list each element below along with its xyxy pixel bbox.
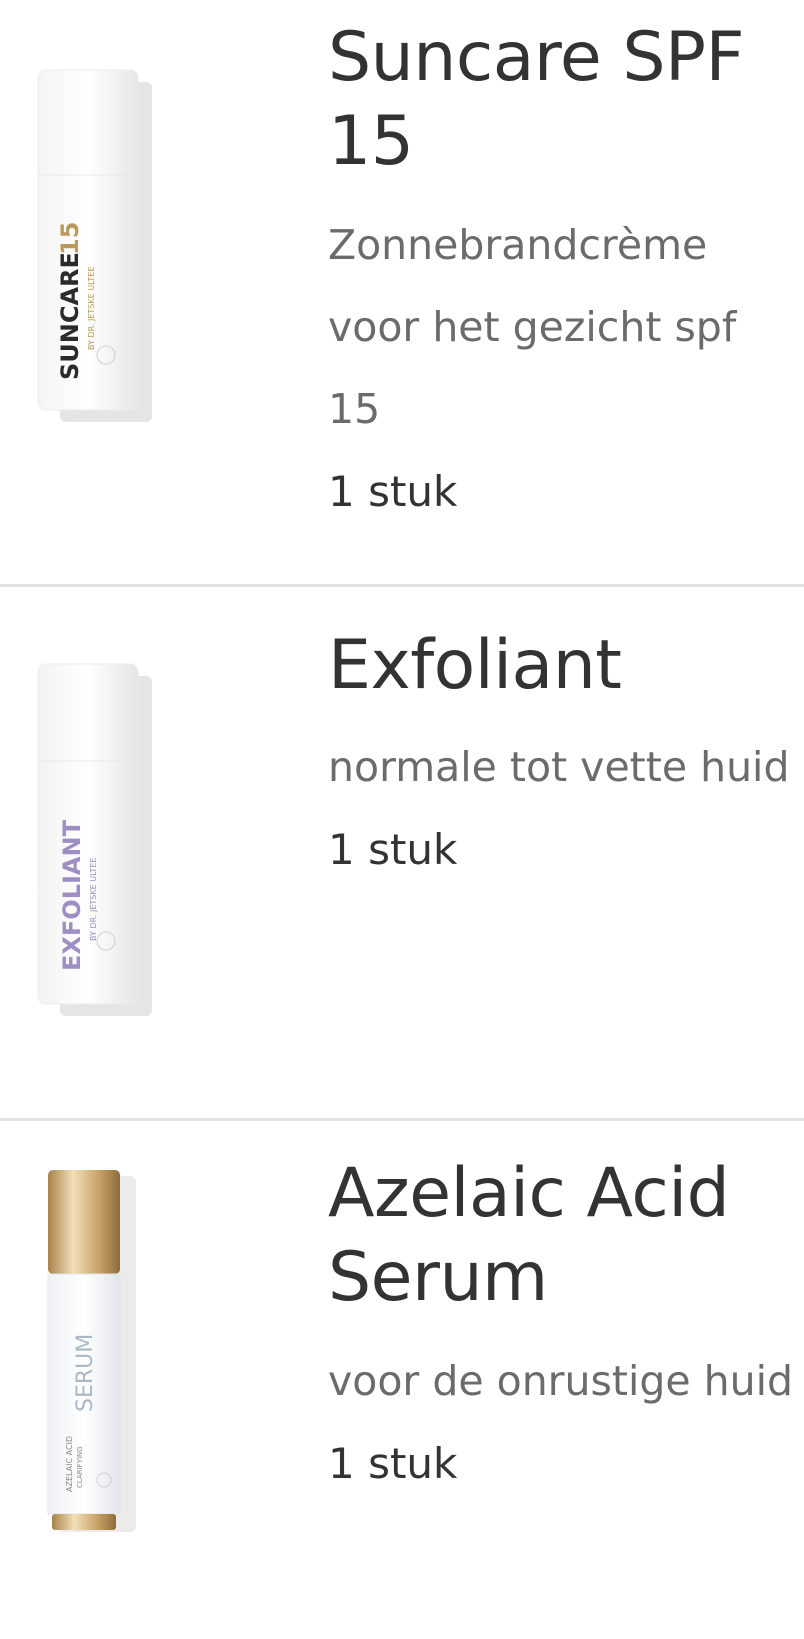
product-title[interactable]: Exfoliant bbox=[328, 624, 798, 708]
serum-label-sub2: CLARIFYING bbox=[76, 1446, 84, 1488]
product-info: Exfoliant normale tot vette huid 1 stuk bbox=[328, 624, 798, 880]
exfoliant-label-sub: BY DR. JETSKE ULTEE bbox=[89, 858, 98, 941]
suncare-label-main: SUNCARE bbox=[56, 252, 84, 380]
product-image-exfoliant[interactable]: EXFOLIANT BY DR. JETSKE ULTEE bbox=[20, 656, 160, 1026]
serum-label-sub: AZELAIC ACID bbox=[65, 1436, 74, 1492]
divider bbox=[0, 584, 804, 587]
product-info: Suncare SPF 15 Zonnebrandcrème voor het … bbox=[328, 16, 798, 522]
product-image-serum[interactable]: SERUM AZELAIC ACID CLARIFYING bbox=[20, 1162, 160, 1542]
product-title[interactable]: Azelaic Acid Serum bbox=[328, 1152, 798, 1320]
product-subtitle: normale tot vette huid bbox=[328, 743, 790, 791]
product-item-exfoliant[interactable]: EXFOLIANT BY DR. JETSKE ULTEE Exfoliant … bbox=[0, 588, 804, 1120]
suncare-label-number: 15 bbox=[56, 222, 84, 255]
product-item-suncare[interactable]: SUNCARE 15 BY DR. JETSKE ULTEE Suncare S… bbox=[0, 0, 804, 585]
suncare-label-sub: BY DR. JETSKE ULTEE bbox=[87, 267, 96, 350]
serum-label-main: SERUM bbox=[73, 1334, 98, 1412]
product-quantity: 1 stuk bbox=[328, 467, 458, 516]
product-info: Azelaic Acid Serum voor de onrustige hui… bbox=[328, 1152, 798, 1494]
product-quantity: 1 stuk bbox=[328, 825, 458, 874]
exfoliant-label-main: EXFOLIANT bbox=[58, 819, 86, 971]
product-subtitle: Zonnebrandcrème voor het gezicht spf 15 bbox=[328, 221, 737, 433]
product-quantity: 1 stuk bbox=[328, 1439, 458, 1488]
divider bbox=[0, 1118, 804, 1121]
product-item-azelaic-serum[interactable]: SERUM AZELAIC ACID CLARIFYING Azelaic Ac… bbox=[0, 1122, 804, 1639]
product-title[interactable]: Suncare SPF 15 bbox=[328, 16, 798, 184]
product-image-suncare[interactable]: SUNCARE 15 BY DR. JETSKE ULTEE bbox=[20, 60, 160, 430]
product-subtitle: voor de onrustige huid bbox=[328, 1357, 794, 1405]
